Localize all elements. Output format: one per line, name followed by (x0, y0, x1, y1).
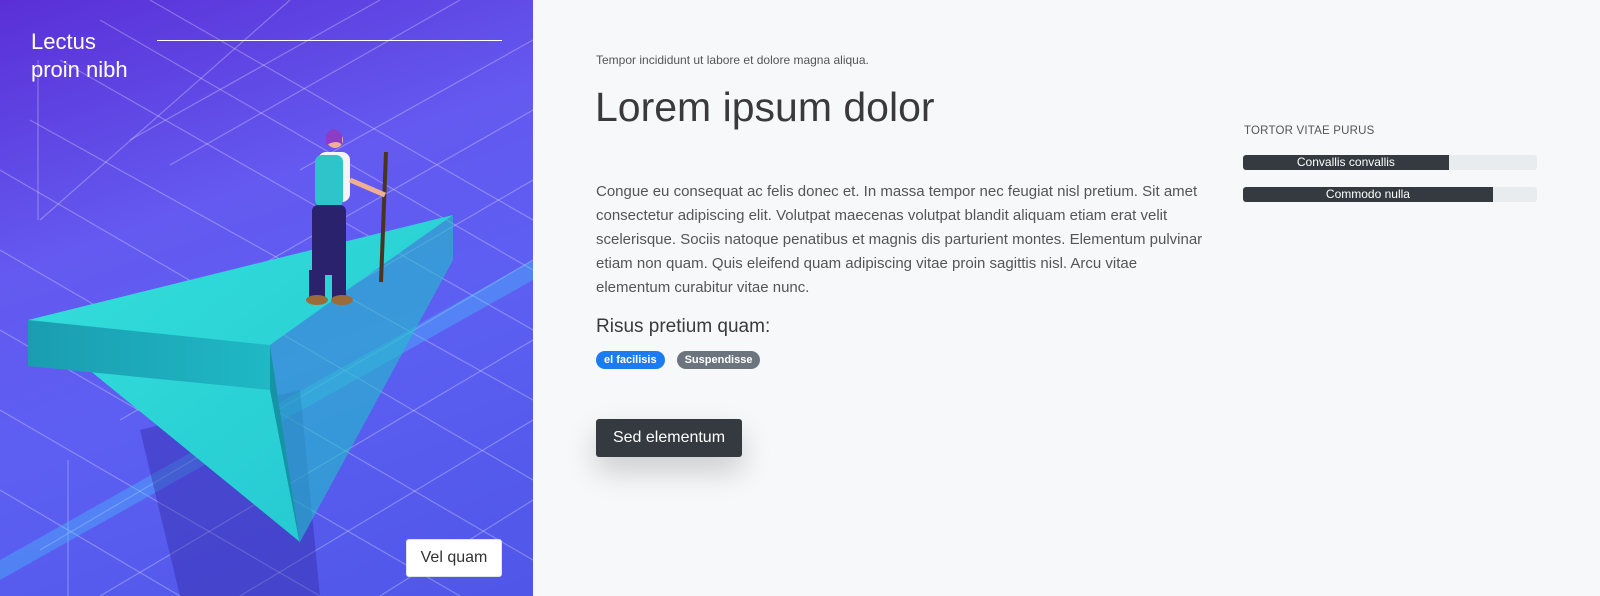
progress-bar: Commodo nulla (1243, 187, 1537, 202)
sed-elementum-button[interactable]: Sed elementum (596, 419, 742, 457)
page-title: Lorem ipsum dolor (595, 84, 935, 130)
subheading: Risus pretium quam: (596, 316, 771, 337)
hero-title: Lectus proin nibh (31, 29, 128, 82)
progress-heading: TORTOR VITAE PURUS (1244, 125, 1375, 137)
hero-divider (157, 40, 502, 41)
hero-illustration (0, 0, 533, 596)
progress-bar: Convallis convallis (1243, 155, 1537, 170)
eyebrow-text: Tempor incididunt ut labore et dolore ma… (596, 53, 869, 67)
progress-fill: Commodo nulla (1243, 187, 1493, 202)
body-paragraph: Congue eu consequat ac felis donec et. I… (596, 183, 1203, 296)
tag-badge: el facilisis (596, 351, 665, 369)
hero-panel: Lectus proin nibh Vel quam (0, 0, 533, 596)
progress-fill: Convallis convallis (1243, 155, 1449, 170)
tag-badge: Suspendisse (676, 351, 761, 369)
vel-quam-button[interactable]: Vel quam (406, 539, 502, 577)
tag-list: el facilisis Suspendisse (596, 351, 761, 369)
